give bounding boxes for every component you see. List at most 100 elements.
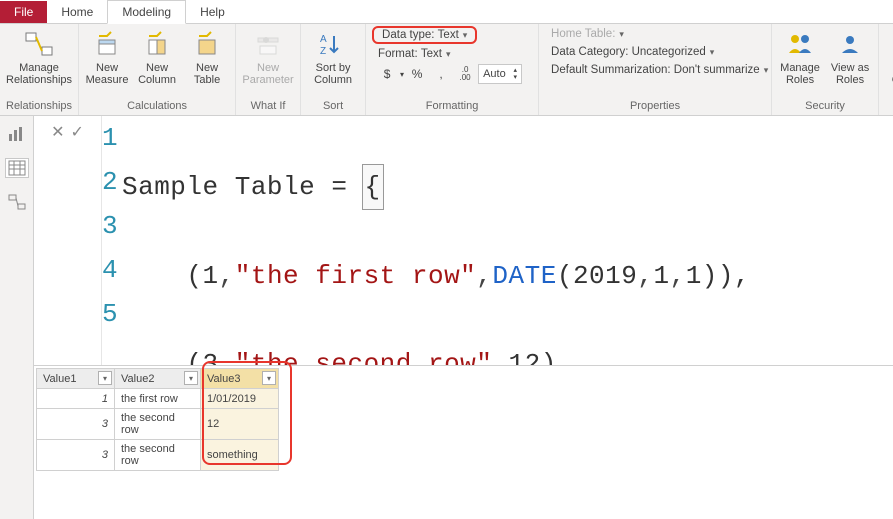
new-column-label: New Column [138, 62, 176, 86]
data-view-icon [8, 160, 26, 176]
filter-dropdown-icon[interactable]: ▾ [98, 371, 112, 385]
svg-text:Z: Z [320, 46, 326, 57]
roles-icon [784, 28, 816, 60]
model-view-icon [8, 194, 26, 210]
tab-modeling[interactable]: Modeling [107, 0, 186, 24]
ribbon-group-label: Properties [545, 98, 765, 115]
ribbon-group-whatif: New Parameter What If [236, 24, 301, 115]
datatype-label: Data type: [382, 29, 434, 41]
spinner-value: Auto [483, 68, 506, 80]
caret-down-icon: ▾ [400, 70, 404, 79]
report-view-button[interactable] [5, 124, 29, 144]
new-table-label: New Table [194, 62, 220, 86]
svg-text:A: A [320, 34, 327, 45]
formula-commit-button[interactable]: ✓ [71, 122, 84, 142]
parameter-icon [252, 28, 284, 60]
spinner-arrows-icon: ▴▾ [514, 67, 518, 81]
new-group-button[interactable]: New Group [885, 26, 893, 86]
datacat-label: Data Category: [551, 46, 628, 58]
ribbon-group-label: Gro [885, 98, 893, 115]
ribbon-group-calculations: New Measure New Column New Table Calcula… [79, 24, 236, 115]
data-grid: Value1▾ Value2▾ Value3▾ 1 the first row … [34, 366, 893, 471]
cell[interactable]: 1 [37, 389, 115, 409]
cell[interactable]: 12 [201, 409, 279, 440]
new-parameter-label: New Parameter [242, 62, 293, 86]
cell[interactable]: something [201, 440, 279, 471]
ribbon-group-formatting: Data type: Text ▾ Format: Text ▾ $▾ % , … [366, 24, 539, 115]
percent-button[interactable]: % [406, 64, 428, 84]
view-rail [0, 116, 34, 519]
cell[interactable]: the second row [115, 440, 201, 471]
column-header-value2[interactable]: Value2▾ [115, 369, 201, 389]
manage-relationships-button[interactable]: Manage Relationships [13, 26, 65, 86]
cell[interactable]: the second row [115, 409, 201, 440]
new-table-button[interactable]: New Table [185, 26, 229, 86]
ribbon-group-label: Formatting [372, 98, 532, 115]
column-header-value3[interactable]: Value3▾ [201, 369, 279, 389]
table-row[interactable]: 3 the second row 12 [37, 409, 279, 440]
manage-roles-button[interactable]: Manage Roles [778, 26, 822, 86]
sort-label: Sort by Column [314, 62, 352, 86]
data-view-button[interactable] [5, 158, 29, 178]
summarization-value: Don't summarize [674, 64, 760, 76]
cell[interactable]: the first row [115, 389, 201, 409]
decimal-button[interactable]: .0 .00 [454, 64, 476, 84]
table-row[interactable]: 1 the first row 1/01/2019 [37, 389, 279, 409]
table-icon [191, 28, 223, 60]
cell[interactable]: 1/01/2019 [201, 389, 279, 409]
ribbon-group-label: What If [242, 98, 294, 115]
formula-bar: ✕ ✓ 1 2 3 4 5 Sample Table = { (1,"the f… [34, 116, 893, 366]
formula-editor[interactable]: Sample Table = { (1,"the first row",DATE… [122, 116, 750, 365]
datatype-value: Text [438, 29, 459, 41]
caret-down-icon: ▾ [619, 29, 624, 40]
format-dropdown[interactable]: Format: Text ▾ [372, 46, 456, 62]
viewas-label: View as Roles [831, 62, 869, 86]
tab-file[interactable]: File [0, 1, 47, 23]
sort-icon: AZ [317, 28, 349, 60]
formula-cancel-button[interactable]: ✕ [51, 122, 64, 142]
formula-gutter: 1 2 3 4 5 [102, 116, 122, 365]
tab-home[interactable]: Home [47, 1, 107, 23]
column-header-value1[interactable]: Value1▾ [37, 369, 115, 389]
filter-dropdown-icon[interactable]: ▾ [184, 371, 198, 385]
view-as-icon [834, 28, 866, 60]
tab-strip: File Home Modeling Help [0, 0, 893, 24]
report-view-icon [8, 126, 26, 142]
caret-down-icon: ▾ [764, 65, 769, 76]
ribbon: Manage Relationships Relationships New M… [0, 24, 893, 116]
tab-help[interactable]: Help [186, 1, 239, 23]
new-measure-button[interactable]: New Measure [85, 26, 129, 86]
ribbon-group-label: Calculations [85, 98, 229, 115]
cell[interactable]: 3 [37, 409, 115, 440]
decimal-places-spinner[interactable]: Auto ▴▾ [478, 64, 522, 84]
relationships-icon [23, 28, 55, 60]
manage-relationships-label: Manage Relationships [6, 62, 72, 86]
currency-button[interactable]: $ [376, 64, 398, 84]
measure-icon [91, 28, 123, 60]
ribbon-group-groups: New Group Gro [879, 24, 893, 115]
ribbon-group-security: Manage Roles View as Roles Security [772, 24, 879, 115]
cell[interactable]: 3 [37, 440, 115, 471]
data-category-dropdown[interactable]: Data Category: Uncategorized ▾ [545, 44, 720, 60]
new-measure-label: New Measure [86, 62, 129, 86]
data-type-dropdown[interactable]: Data type: Text ▾ [372, 26, 477, 44]
new-parameter-button[interactable]: New Parameter [242, 26, 294, 86]
default-summarization-dropdown[interactable]: Default Summarization: Don't summarize ▾ [545, 62, 774, 78]
home-table-dropdown[interactable]: Home Table: ▾ [545, 26, 630, 42]
caret-down-icon: ▾ [446, 49, 451, 60]
view-as-roles-button[interactable]: View as Roles [828, 26, 872, 86]
new-column-button[interactable]: New Column [135, 26, 179, 86]
thousands-button[interactable]: , [430, 64, 452, 84]
sort-by-column-button[interactable]: AZ Sort by Column [307, 26, 359, 86]
ribbon-group-relationships: Manage Relationships Relationships [0, 24, 79, 115]
filter-dropdown-icon[interactable]: ▾ [262, 371, 276, 385]
model-view-button[interactable] [5, 192, 29, 212]
datacat-value: Uncategorized [632, 46, 706, 58]
ribbon-group-label: Sort [307, 98, 359, 115]
format-label: Format: [378, 48, 418, 60]
table-row[interactable]: 3 the second row something [37, 440, 279, 471]
column-icon [141, 28, 173, 60]
hometable-label: Home Table: [551, 28, 615, 40]
summarization-label: Default Summarization: [551, 64, 671, 76]
caret-down-icon: ▾ [710, 47, 715, 58]
